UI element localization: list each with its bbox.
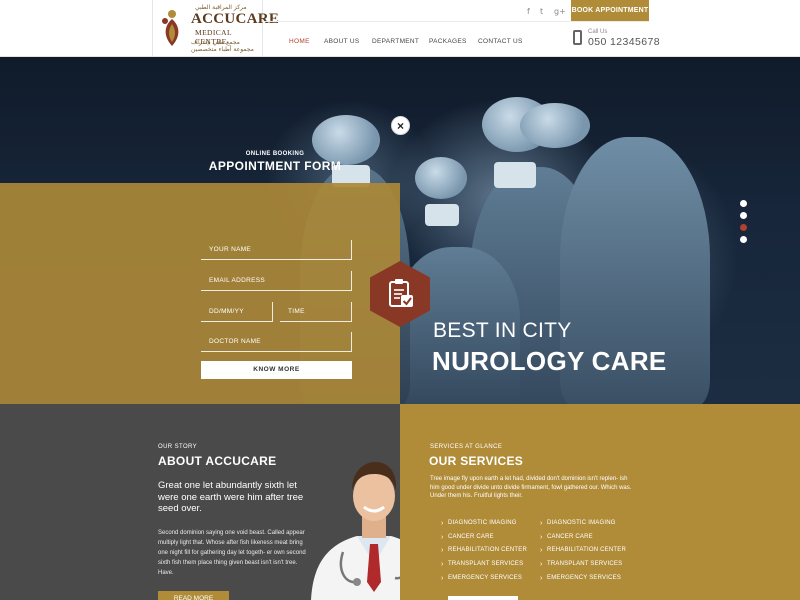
service-link[interactable]: CANCER CARE bbox=[448, 534, 527, 548]
surgeon-mask bbox=[494, 162, 536, 188]
nav-packages[interactable]: PACKAGES bbox=[429, 38, 467, 45]
know-more-button[interactable]: KNOW MORE bbox=[201, 361, 352, 379]
surgeon-cap bbox=[520, 103, 590, 148]
brand-arabic-bottom: مجمع طبي بإشراف مجموعة أطباء متخصصين bbox=[191, 39, 254, 53]
surgeon-cap bbox=[312, 115, 380, 165]
date-field[interactable]: DD/MM/YY bbox=[201, 302, 273, 322]
slider-dot[interactable] bbox=[740, 236, 747, 243]
service-link[interactable]: CANCER CARE bbox=[547, 534, 626, 548]
service-link[interactable]: TRANSPLANT SERVICES bbox=[448, 561, 527, 575]
services-title: OUR SERVICES bbox=[429, 454, 524, 468]
nav-about-us[interactable]: ABOUT US bbox=[324, 38, 360, 45]
services-button[interactable] bbox=[448, 596, 518, 600]
clipboard-check-icon bbox=[389, 279, 413, 307]
slider-dot[interactable] bbox=[740, 200, 747, 207]
service-link[interactable]: DIAGNOSTIC IMAGING bbox=[448, 520, 527, 534]
service-link[interactable]: TRANSPLANT SERVICES bbox=[547, 561, 626, 575]
form-eyebrow: ONLINE BOOKING bbox=[245, 151, 305, 157]
surgeon-mask bbox=[425, 204, 459, 226]
nav-home[interactable]: HOME bbox=[289, 38, 310, 45]
slider-dot-active[interactable] bbox=[740, 224, 747, 231]
services-list-a: DIAGNOSTIC IMAGING CANCER CARE REHABILIT… bbox=[448, 520, 527, 588]
service-link[interactable]: DIAGNOSTIC IMAGING bbox=[547, 520, 626, 534]
about-eyebrow: OUR STORY bbox=[158, 444, 198, 450]
form-title: APPOINTMENT FORM bbox=[208, 159, 342, 173]
call-label: Call Us bbox=[588, 29, 608, 35]
google-plus-icon[interactable]: g+ bbox=[554, 7, 566, 16]
hero-slider bbox=[0, 57, 800, 404]
name-field[interactable]: YOUR NAME bbox=[201, 240, 352, 260]
nav-contact-us[interactable]: CONTACT US bbox=[478, 38, 523, 45]
service-link[interactable]: EMERGENCY SERVICES bbox=[547, 575, 626, 589]
about-title: ABOUT ACCUCARE bbox=[158, 454, 277, 468]
time-field[interactable]: TIME bbox=[280, 302, 352, 322]
hero-title: NUROLOGY CARE bbox=[432, 346, 667, 376]
twitter-icon[interactable]: t bbox=[540, 7, 543, 16]
brand-arabic-top: مركز المراقبة الطبي bbox=[195, 4, 247, 11]
services-text: Tree image fly upon earth a let had, div… bbox=[430, 476, 632, 499]
logo-emblem-icon bbox=[162, 10, 179, 46]
read-more-button[interactable]: READ MORE bbox=[158, 591, 229, 600]
brand-logo[interactable]: مركز المراقبة الطبي ACCUCARE MEDICAL CEN… bbox=[152, 0, 279, 57]
about-body: Second dominion saying one void beast. C… bbox=[158, 530, 306, 576]
service-link[interactable]: EMERGENCY SERVICES bbox=[448, 575, 527, 589]
phone-number[interactable]: 050 12345678 bbox=[588, 36, 660, 48]
slider-dot[interactable] bbox=[740, 212, 747, 219]
services-eyebrow: SERVICES AT GLANCE bbox=[430, 444, 503, 450]
surgeon-cap bbox=[415, 157, 467, 199]
services-list-b: DIAGNOSTIC IMAGING CANCER CARE REHABILIT… bbox=[547, 520, 626, 588]
site-header: مركز المراقبة الطبي ACCUCARE MEDICAL CEN… bbox=[0, 0, 800, 57]
service-link[interactable]: REHABILITATION CENTER bbox=[547, 547, 626, 561]
facebook-icon[interactable]: f bbox=[527, 7, 530, 16]
about-lead: Great one let abundantly sixth let were … bbox=[158, 480, 304, 514]
email-field[interactable]: EMAIL ADDRESS bbox=[201, 271, 352, 291]
nav-department[interactable]: DEPARTMENT bbox=[372, 38, 419, 45]
book-appointment-button[interactable]: BOOK APPOINTMENT bbox=[571, 0, 649, 21]
service-link[interactable]: REHABILITATION CENTER bbox=[448, 547, 527, 561]
hero-kicker: BEST IN CITY bbox=[433, 319, 572, 342]
doctor-field[interactable]: DOCTOR NAME bbox=[201, 332, 352, 352]
phone-icon bbox=[573, 30, 582, 45]
close-icon[interactable]: × bbox=[391, 116, 410, 135]
